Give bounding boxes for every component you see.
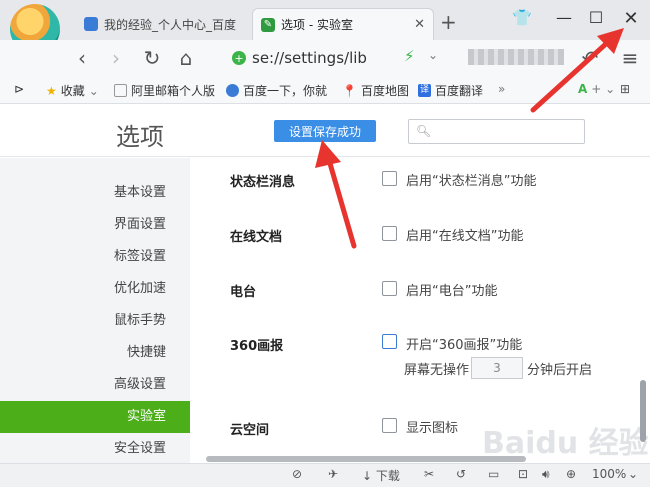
window-icon[interactable]: ▭ [488,467,499,481]
checkbox-online-docs[interactable] [382,226,397,241]
cut-icon[interactable]: ✂ [424,467,434,481]
wrench-icon: ✎ [261,17,275,32]
menu-icon[interactable]: ≡ [618,46,642,70]
search-engine-box[interactable] [468,49,564,65]
tab-label: 我的经验_个人中心_百度 [104,17,237,32]
translate-icon: 译 [418,84,431,97]
horizontal-scrollbar[interactable] [206,456,526,462]
sidebar-item-shortcuts[interactable]: 快捷键 [0,337,190,369]
home-icon[interactable]: ⌂ [174,46,198,70]
page-title: 选项 [116,123,164,151]
option-text: 启用“状态栏消息”功能 [406,174,537,189]
option-text: 显示图标 [406,421,459,436]
baidu-paw-icon [226,84,239,97]
search-icon: 🔍︎ [416,124,432,138]
sidebar-item-lab[interactable]: 实验室 [0,401,190,433]
setting-label-radio: 电台 [230,285,257,300]
baidu-paw-icon [84,17,98,31]
new-tab-icon[interactable]: + [440,10,457,34]
option-text: 开启“360画报”功能 [406,338,523,353]
extension-a-icon[interactable]: A + ⌄ [578,82,615,96]
vertical-scrollbar[interactable] [640,380,646,442]
pin-icon[interactable]: ✈ [328,467,338,481]
save-success-toast: 设置保存成功 [274,120,376,142]
window-close-icon[interactable]: ✕ [619,8,643,29]
tab-settings-lab[interactable]: ✎ 选项 - 实验室 ✕ [252,8,434,40]
settings-sidebar: 基本设置 界面设置 标签设置 优化加速 鼠标手势 快捷键 高级设置 实验室 安全… [0,158,190,463]
idle-minutes-input[interactable]: 3 [471,357,523,379]
setting-label-online-docs: 在线文档 [230,230,283,245]
bookmark-label: 百度地图 [360,84,409,98]
sidebar-item-optimize[interactable]: 优化加速 [0,273,190,305]
chevron-down-icon[interactable]: ⌄ [428,48,438,62]
sidebar-toggle-icon[interactable]: ⊳ [14,82,24,96]
minimize-icon[interactable]: — [552,8,576,27]
status-bar [0,463,650,487]
bookmark-baidu-translate[interactable]: 译 百度翻译 [418,82,483,99]
sound-icon[interactable]: 🔊︎ [542,467,550,482]
setting-label-360-pictorial: 360画报 [230,339,284,354]
forward-icon[interactable]: › [104,46,128,70]
tab-baidu-experience[interactable]: 我的经验_个人中心_百度 [76,8,248,40]
star-icon: ★ [46,83,57,98]
bookmark-label: 百度一下，你就 [243,84,328,98]
apps-grid-icon[interactable]: ⊞ [620,82,630,96]
bookmark-aliyun-mail[interactable]: 阿里邮箱个人版 [114,82,215,99]
bookmark-favorites[interactable]: ★ 收藏 ⌄ [46,82,99,99]
zoom-in-icon[interactable]: ⊕ [566,467,576,481]
back-icon[interactable]: ‹ [70,46,94,70]
close-tab-icon[interactable]: ✕ [414,17,425,32]
accelerate-icon[interactable]: ⊘ [292,467,302,481]
chevron-down-icon: ⌄ [88,83,99,98]
setting-label-cloud-space: 云空间 [230,423,270,438]
skin-shirt-icon[interactable]: 👕 [510,8,534,27]
bookmark-label: 百度翻译 [435,84,484,98]
speed-bolt-icon[interactable]: ⚡ [404,47,415,65]
clean-icon[interactable]: ⊡ [518,467,528,481]
sidebar-item-interface[interactable]: 界面设置 [0,209,190,241]
chevron-down-icon[interactable]: ⌄ [628,467,638,481]
sidebar-item-basic[interactable]: 基本设置 [0,177,190,209]
bookmark-baidu[interactable]: 百度一下，你就 [226,82,327,99]
sidebar-item-advanced[interactable]: 高级设置 [0,369,190,401]
download-button[interactable]: ↓ 下载 [362,467,400,484]
refresh-icon[interactable]: ↻ [140,46,164,70]
bookmark-label: 收藏 [60,84,85,98]
checkbox-cloud-space[interactable] [382,418,397,433]
checkbox-360-pictorial[interactable] [382,334,397,349]
undo-icon[interactable]: ↶ [578,46,602,70]
sidebar-item-security[interactable]: 安全设置 [0,433,190,465]
checkbox-statusbar-msg[interactable] [382,171,397,186]
setting-label-statusbar-msg: 状态栏消息 [230,175,296,190]
more-bookmarks-icon[interactable]: » [498,82,505,96]
idle-prefix-text: 屏幕无操作 [404,363,470,378]
page-icon [114,84,127,97]
maximize-icon[interactable]: ☐ [584,8,608,27]
download-label: 下载 [375,469,400,483]
secure-shield-icon: + [232,51,246,65]
settings-search-input[interactable]: 🔍︎ [408,119,585,144]
download-icon: ↓ [362,469,373,483]
option-text: 启用“在线文档”功能 [406,229,524,244]
sidebar-item-mouse-gestures[interactable]: 鼠标手势 [0,305,190,337]
idle-suffix-text: 分钟后开启 [527,363,593,378]
url-text: se://settings/lib [252,49,367,67]
sidebar-item-tabs[interactable]: 标签设置 [0,241,190,273]
option-text: 启用“电台”功能 [406,284,498,299]
restore-icon[interactable]: ↺ [456,467,466,481]
bookmark-label: 阿里邮箱个人版 [131,84,216,98]
tab-label: 选项 - 实验室 [281,18,353,32]
map-pin-icon: 📍 [342,83,357,98]
bookmark-baidu-map[interactable]: 📍 百度地图 [342,82,409,99]
zoom-level[interactable]: 100% [592,467,626,481]
checkbox-radio[interactable] [382,281,397,296]
